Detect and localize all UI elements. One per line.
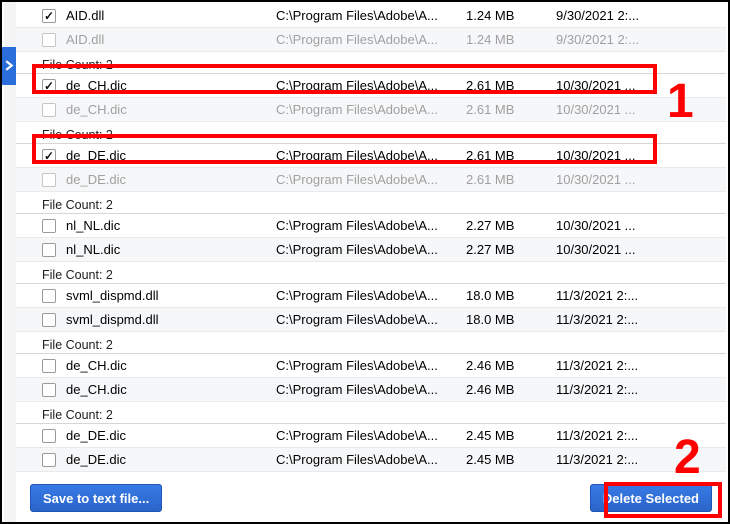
table-row: de_DE.dicC:\Program Files\Adobe\A...2.61… [16, 168, 726, 192]
group-header: File Count: 2 [16, 332, 726, 354]
table-row[interactable]: svml_dispmd.dllC:\Program Files\Adobe\A.… [16, 284, 726, 308]
cell-size: 2.61 MB [466, 148, 556, 163]
expand-panel-tab[interactable] [2, 47, 16, 85]
cell-date: 11/3/2021 2:... [556, 382, 666, 397]
cell-path: C:\Program Files\Adobe\A... [276, 32, 466, 47]
table-row[interactable]: de_DE.dicC:\Program Files\Adobe\A...2.45… [16, 424, 726, 448]
row-checkbox[interactable] [42, 9, 56, 23]
group-header: File Count: 2 [16, 122, 726, 144]
cell-filename: AID.dll [66, 8, 276, 23]
cell-path: C:\Program Files\Adobe\A... [276, 358, 466, 373]
table-row[interactable]: de_CH.dicC:\Program Files\Adobe\A...2.46… [16, 354, 726, 378]
table-row[interactable]: de_CH.dicC:\Program Files\Adobe\A...2.46… [16, 378, 726, 402]
cell-path: C:\Program Files\Adobe\A... [276, 78, 466, 93]
cell-date: 9/30/2021 2:... [556, 8, 666, 23]
cell-date: 10/30/2021 ... [556, 148, 666, 163]
cell-size: 2.61 MB [466, 102, 556, 117]
cell-filename: de_DE.dic [66, 428, 276, 443]
delete-selected-button[interactable]: Delete Selected [590, 484, 712, 512]
cell-size: 2.27 MB [466, 218, 556, 233]
table-row: de_CH.dicC:\Program Files\Adobe\A...2.61… [16, 98, 726, 122]
cell-path: C:\Program Files\Adobe\A... [276, 172, 466, 187]
file-list: AID.dllC:\Program Files\Adobe\A...1.24 M… [16, 4, 726, 476]
row-checkbox[interactable] [42, 359, 56, 373]
cell-size: 1.24 MB [466, 32, 556, 47]
group-header: File Count: 2 [16, 262, 726, 284]
cell-size: 2.61 MB [466, 172, 556, 187]
row-checkbox [42, 33, 56, 47]
cell-size: 2.61 MB [466, 78, 556, 93]
table-row[interactable]: de_DE.dicC:\Program Files\Adobe\A...2.45… [16, 448, 726, 472]
row-checkbox[interactable] [42, 383, 56, 397]
cell-size: 2.46 MB [466, 358, 556, 373]
cell-path: C:\Program Files\Adobe\A... [276, 8, 466, 23]
cell-date: 10/30/2021 ... [556, 172, 666, 187]
cell-filename: de_CH.dic [66, 78, 276, 93]
cell-path: C:\Program Files\Adobe\A... [276, 218, 466, 233]
row-checkbox[interactable] [42, 219, 56, 233]
cell-filename: de_DE.dic [66, 148, 276, 163]
group-header: File Count: 2 [16, 52, 726, 74]
save-to-text-button[interactable]: Save to text file... [30, 484, 162, 512]
row-checkbox[interactable] [42, 289, 56, 303]
footer-toolbar: Save to text file... Delete Selected [16, 476, 726, 520]
table-row[interactable]: nl_NL.dicC:\Program Files\Adobe\A...2.27… [16, 214, 726, 238]
cell-path: C:\Program Files\Adobe\A... [276, 242, 466, 257]
cell-date: 11/3/2021 2:... [556, 428, 666, 443]
group-header: File Count: 2 [16, 192, 726, 214]
cell-filename: AID.dll [66, 32, 276, 47]
group-header: File Count: 2 [16, 402, 726, 424]
cell-filename: nl_NL.dic [66, 242, 276, 257]
cell-size: 2.27 MB [466, 242, 556, 257]
cell-size: 18.0 MB [466, 312, 556, 327]
chevron-right-icon [4, 59, 15, 74]
row-checkbox[interactable] [42, 429, 56, 443]
cell-date: 10/30/2021 ... [556, 218, 666, 233]
cell-path: C:\Program Files\Adobe\A... [276, 382, 466, 397]
cell-date: 10/30/2021 ... [556, 242, 666, 257]
cell-size: 2.45 MB [466, 452, 556, 467]
table-row[interactable]: AID.dllC:\Program Files\Adobe\A...1.24 M… [16, 4, 726, 28]
cell-path: C:\Program Files\Adobe\A... [276, 102, 466, 117]
cell-date: 10/30/2021 ... [556, 78, 666, 93]
row-checkbox[interactable] [42, 149, 56, 163]
cell-path: C:\Program Files\Adobe\A... [276, 428, 466, 443]
cell-path: C:\Program Files\Adobe\A... [276, 148, 466, 163]
cell-size: 18.0 MB [466, 288, 556, 303]
row-checkbox[interactable] [42, 243, 56, 257]
cell-filename: de_CH.dic [66, 102, 276, 117]
cell-date: 11/3/2021 2:... [556, 358, 666, 373]
cell-filename: nl_NL.dic [66, 218, 276, 233]
cell-size: 2.45 MB [466, 428, 556, 443]
row-checkbox[interactable] [42, 313, 56, 327]
cell-path: C:\Program Files\Adobe\A... [276, 288, 466, 303]
cell-date: 11/3/2021 2:... [556, 288, 666, 303]
cell-filename: svml_dispmd.dll [66, 312, 276, 327]
cell-filename: de_CH.dic [66, 382, 276, 397]
cell-date: 11/3/2021 2:... [556, 312, 666, 327]
cell-path: C:\Program Files\Adobe\A... [276, 312, 466, 327]
cell-date: 11/3/2021 2:... [556, 452, 666, 467]
row-checkbox [42, 173, 56, 187]
table-row[interactable]: svml_dispmd.dllC:\Program Files\Adobe\A.… [16, 308, 726, 332]
cell-filename: de_DE.dic [66, 452, 276, 467]
row-checkbox [42, 103, 56, 117]
cell-date: 10/30/2021 ... [556, 102, 666, 117]
table-row: AID.dllC:\Program Files\Adobe\A...1.24 M… [16, 28, 726, 52]
row-checkbox[interactable] [42, 453, 56, 467]
cell-filename: de_CH.dic [66, 358, 276, 373]
table-row[interactable]: nl_NL.dicC:\Program Files\Adobe\A...2.27… [16, 238, 726, 262]
cell-filename: svml_dispmd.dll [66, 288, 276, 303]
cell-size: 2.46 MB [466, 382, 556, 397]
cell-date: 9/30/2021 2:... [556, 32, 666, 47]
table-row[interactable]: de_DE.dicC:\Program Files\Adobe\A...2.61… [16, 144, 726, 168]
cell-size: 1.24 MB [466, 8, 556, 23]
row-checkbox[interactable] [42, 79, 56, 93]
cell-filename: de_DE.dic [66, 172, 276, 187]
cell-path: C:\Program Files\Adobe\A... [276, 452, 466, 467]
table-row[interactable]: de_CH.dicC:\Program Files\Adobe\A...2.61… [16, 74, 726, 98]
